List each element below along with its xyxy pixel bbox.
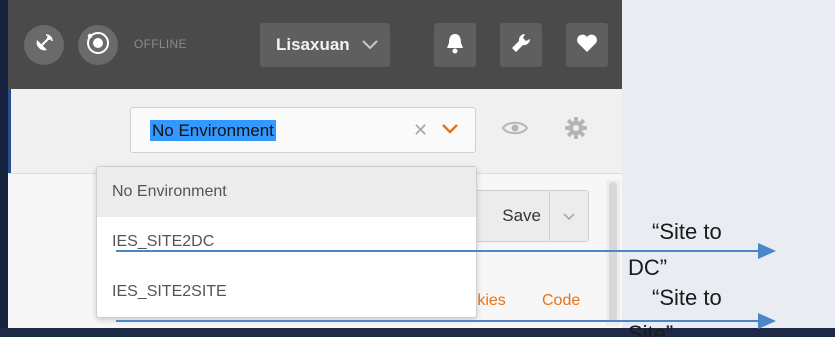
environment-option-label: IES_SITE2SITE	[112, 283, 227, 300]
environment-option-label: IES_SITE2DC	[112, 233, 215, 250]
sync-status-button[interactable]	[78, 25, 118, 65]
chevron-down-icon[interactable]	[441, 122, 459, 140]
settings-button[interactable]	[500, 23, 542, 67]
gear-icon	[564, 116, 588, 145]
annotation-site-to-site-line2: Site”	[628, 321, 674, 337]
wrench-icon	[510, 32, 532, 59]
manage-environments-button[interactable]	[555, 107, 597, 153]
save-button[interactable]: Save	[468, 190, 550, 242]
satellite-dish-icon	[33, 32, 55, 59]
annotation-site-to-dc-line1: “Site to	[652, 219, 722, 244]
environment-select[interactable]: No Environment ✕	[130, 107, 476, 153]
screenshot-stage: OFFLINE Lisaxuan No Environment ✕ Save C…	[0, 0, 835, 337]
satellite-button[interactable]	[24, 25, 64, 65]
save-button-label: Save	[502, 206, 541, 225]
save-options-button[interactable]	[549, 190, 589, 242]
environment-option-label: No Environment	[112, 183, 227, 200]
bell-icon	[445, 32, 465, 59]
eye-icon	[501, 120, 529, 141]
left-accent-bar	[8, 89, 11, 173]
chevron-down-icon	[563, 208, 575, 224]
favorites-button[interactable]	[566, 23, 608, 67]
code-link[interactable]: Code	[542, 292, 580, 310]
environment-option-none[interactable]: No Environment	[97, 167, 476, 217]
user-name: Lisaxuan	[276, 35, 350, 54]
chevron-down-icon	[361, 37, 378, 54]
close-icon[interactable]: ✕	[413, 120, 428, 140]
annotation-site-to-site-line1: “Site to	[652, 285, 722, 310]
notifications-button[interactable]	[434, 23, 476, 67]
heart-icon	[576, 33, 598, 58]
environment-selected-value[interactable]: No Environment	[150, 120, 276, 141]
environment-option-site2site[interactable]: IES_SITE2SITE	[97, 267, 476, 317]
bottom-frame-band	[0, 328, 835, 337]
scrollbar-thumb[interactable]	[609, 182, 617, 322]
top-toolbar: OFFLINE Lisaxuan	[8, 0, 622, 89]
postman-window: OFFLINE Lisaxuan No Environment ✕ Save C…	[8, 0, 622, 330]
annotation-site-to-dc-line2: DC”	[628, 255, 668, 280]
environment-quick-look-button[interactable]	[494, 107, 536, 153]
environment-dropdown-menu: No Environment IES_SITE2DC IES_SITE2SITE	[96, 166, 477, 318]
user-menu-button[interactable]: Lisaxuan	[260, 23, 390, 67]
left-frame-edge	[0, 0, 8, 337]
environment-option-site2dc[interactable]: IES_SITE2DC	[97, 217, 476, 267]
sync-status-icon	[84, 29, 112, 62]
sync-status-label: OFFLINE	[134, 37, 187, 51]
